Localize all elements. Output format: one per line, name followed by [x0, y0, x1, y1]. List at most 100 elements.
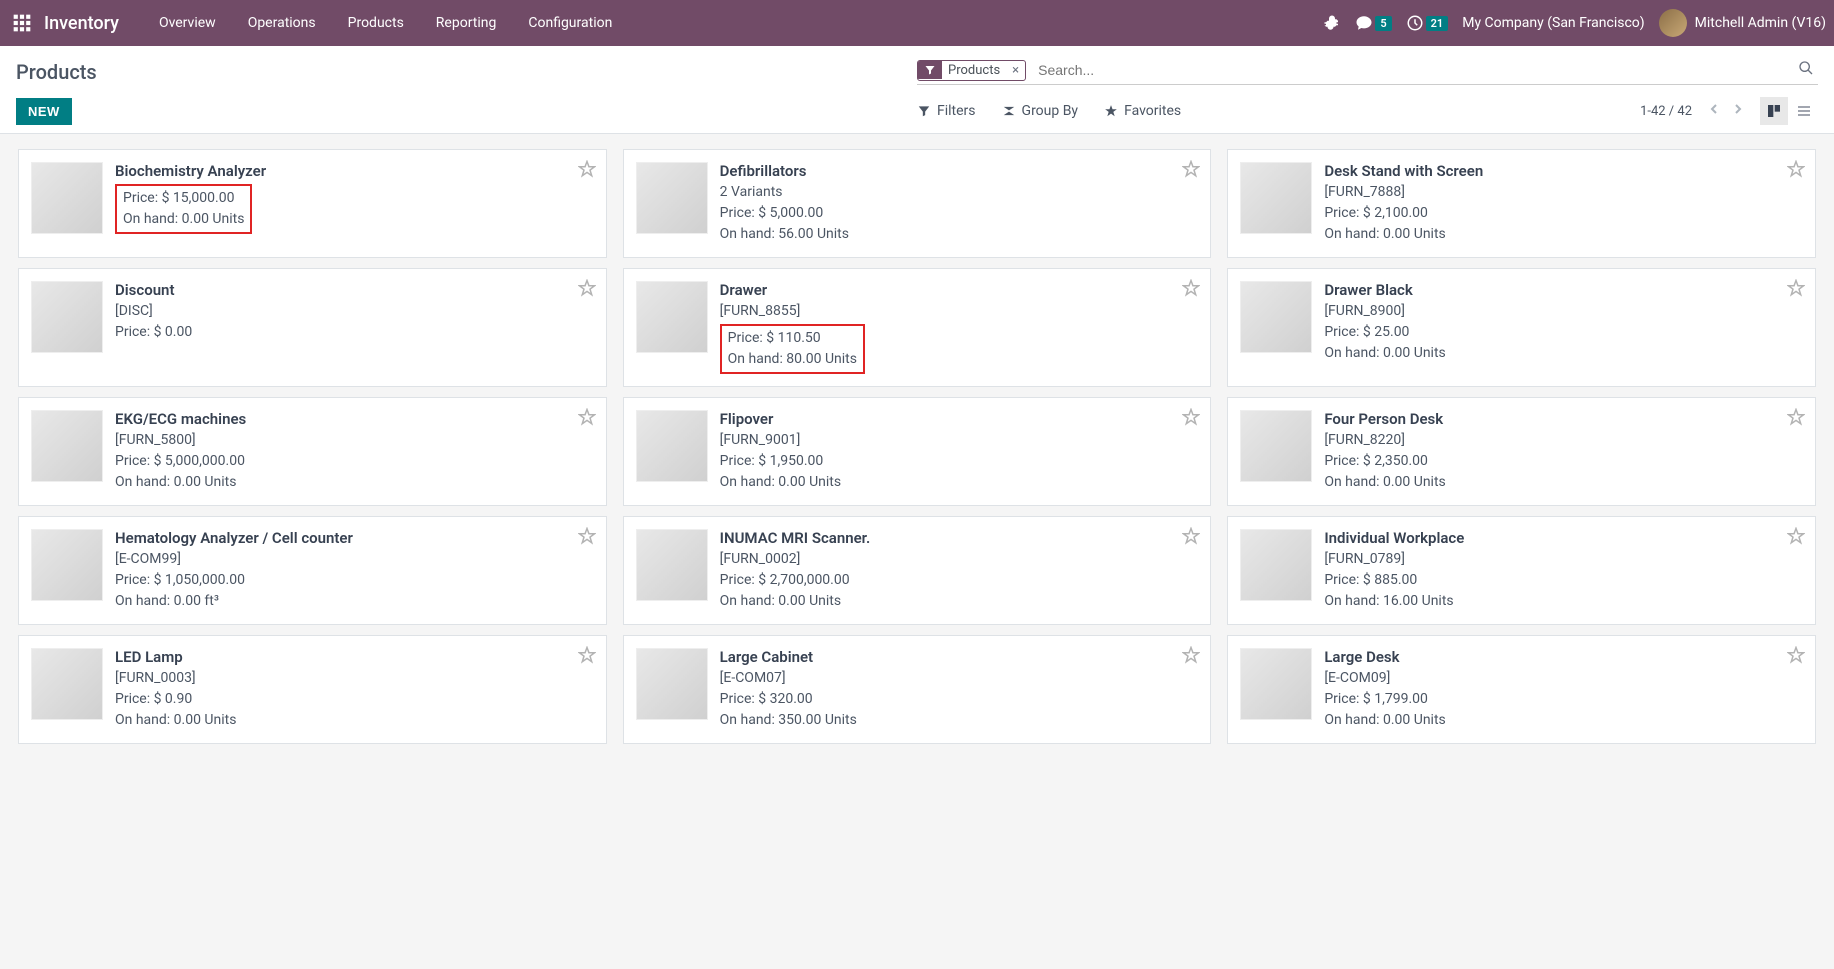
- price-onhand-group: Price: $ 2,350.00On hand: 0.00 Units: [1324, 451, 1803, 493]
- star-icon[interactable]: [1182, 160, 1200, 182]
- product-code: [E-COM99]: [115, 549, 594, 570]
- nav-overview[interactable]: Overview: [143, 0, 232, 46]
- product-image: [636, 410, 708, 482]
- product-card[interactable]: INUMAC MRI Scanner.[FURN_0002]Price: $ 2…: [623, 516, 1212, 625]
- product-image: [636, 162, 708, 234]
- product-card[interactable]: LED Lamp[FURN_0003]Price: $ 0.90On hand:…: [18, 635, 607, 744]
- star-icon[interactable]: [1787, 527, 1805, 549]
- price-onhand-group: Price: $ 1,050,000.00On hand: 0.00 ft³: [115, 570, 594, 612]
- product-name: Flipover: [720, 410, 1199, 428]
- star-icon[interactable]: [578, 646, 596, 668]
- card-body: INUMAC MRI Scanner.[FURN_0002]Price: $ 2…: [720, 529, 1199, 612]
- nav-products[interactable]: Products: [332, 0, 420, 46]
- activities-icon[interactable]: 21: [1406, 14, 1449, 32]
- pager-prev[interactable]: [1704, 99, 1724, 123]
- search-input[interactable]: [1034, 58, 1794, 82]
- product-variants: 2 Variants: [720, 182, 1199, 203]
- star-icon[interactable]: [578, 527, 596, 549]
- product-image: [31, 648, 103, 720]
- product-card[interactable]: Hematology Analyzer / Cell counter [E-COM…: [18, 516, 607, 625]
- search-icon[interactable]: [1794, 60, 1818, 80]
- product-card[interactable]: Flipover[FURN_9001]Price: $ 1,950.00On h…: [623, 397, 1212, 506]
- price-onhand-group: Price: $ 2,700,000.00On hand: 0.00 Units: [720, 570, 1199, 612]
- product-code: [FURN_8220]: [1324, 430, 1803, 451]
- apps-icon[interactable]: [12, 13, 32, 33]
- star-icon[interactable]: [1787, 646, 1805, 668]
- price-onhand-group: Price: $ 320.00On hand: 350.00 Units: [720, 689, 1199, 731]
- product-image: [31, 162, 103, 234]
- search-bar[interactable]: Products ×: [917, 58, 1818, 85]
- nav-configuration[interactable]: Configuration: [512, 0, 628, 46]
- product-onhand: On hand: 350.00 Units: [720, 710, 1199, 731]
- star-icon[interactable]: [1182, 279, 1200, 301]
- price-onhand-group: Price: $ 15,000.00On hand: 0.00 Units: [115, 184, 252, 234]
- pager-next[interactable]: [1728, 99, 1748, 123]
- star-icon[interactable]: [1182, 527, 1200, 549]
- filters-label: Filters: [937, 103, 976, 119]
- product-card[interactable]: Individual Workplace [FURN_0789]Price: $ …: [1227, 516, 1816, 625]
- product-card[interactable]: Large Cabinet[E-COM07]Price: $ 320.00On …: [623, 635, 1212, 744]
- product-image: [636, 281, 708, 353]
- favorites-button[interactable]: Favorites: [1104, 103, 1181, 119]
- star-icon[interactable]: [1182, 408, 1200, 430]
- product-code: [FURN_8900]: [1324, 301, 1803, 322]
- search-filter-pill[interactable]: Products ×: [917, 60, 1026, 81]
- star-icon[interactable]: [1787, 279, 1805, 301]
- product-name: Discount: [115, 281, 594, 299]
- user-name: Mitchell Admin (V16): [1695, 15, 1826, 31]
- product-code: [FURN_0789]: [1324, 549, 1803, 570]
- star-icon[interactable]: [578, 279, 596, 301]
- product-onhand: On hand: 0.00 Units: [1324, 224, 1803, 245]
- product-name: Individual Workplace: [1324, 529, 1803, 547]
- product-name: Biochemistry Analyzer: [115, 162, 594, 180]
- pager-text[interactable]: 1-42 / 42: [1640, 104, 1692, 119]
- nav-reporting[interactable]: Reporting: [420, 0, 513, 46]
- groupby-button[interactable]: Group By: [1002, 103, 1079, 119]
- product-code: [FURN_7888]: [1324, 182, 1803, 203]
- star-icon[interactable]: [1787, 160, 1805, 182]
- messages-icon[interactable]: 5: [1355, 14, 1391, 32]
- product-price: Price: $ 5,000.00: [720, 203, 1199, 224]
- star-icon[interactable]: [1182, 646, 1200, 668]
- product-name: Defibrillators: [720, 162, 1199, 180]
- product-card[interactable]: Desk Stand with Screen[FURN_7888]Price: …: [1227, 149, 1816, 258]
- price-onhand-group: Price: $ 1,950.00On hand: 0.00 Units: [720, 451, 1199, 493]
- card-body: LED Lamp[FURN_0003]Price: $ 0.90On hand:…: [115, 648, 594, 731]
- product-name: Hematology Analyzer / Cell counter: [115, 529, 594, 547]
- product-onhand: On hand: 0.00 Units: [1324, 472, 1803, 493]
- product-card[interactable]: Discount[DISC]Price: $ 0.00: [18, 268, 607, 387]
- product-card[interactable]: Four Person Desk[FURN_8220]Price: $ 2,35…: [1227, 397, 1816, 506]
- product-card[interactable]: Drawer[FURN_8855]Price: $ 110.50On hand:…: [623, 268, 1212, 387]
- avatar: [1659, 9, 1687, 37]
- product-card[interactable]: Large Desk[E-COM09]Price: $ 1,799.00On h…: [1227, 635, 1816, 744]
- product-code: [E-COM09]: [1324, 668, 1803, 689]
- price-onhand-group: Price: $ 2,100.00On hand: 0.00 Units: [1324, 203, 1803, 245]
- product-card[interactable]: Defibrillators 2 VariantsPrice: $ 5,000.0…: [623, 149, 1212, 258]
- star-icon[interactable]: [1787, 408, 1805, 430]
- product-onhand: On hand: 0.00 Units: [123, 209, 244, 230]
- nav-operations[interactable]: Operations: [232, 0, 332, 46]
- card-body: Large Cabinet[E-COM07]Price: $ 320.00On …: [720, 648, 1199, 731]
- product-price: Price: $ 5,000,000.00: [115, 451, 594, 472]
- product-onhand: On hand: 0.00 Units: [720, 591, 1199, 612]
- product-price: Price: $ 25.00: [1324, 322, 1803, 343]
- price-onhand-group: Price: $ 5,000,000.00On hand: 0.00 Units: [115, 451, 594, 493]
- user-menu[interactable]: Mitchell Admin (V16): [1659, 9, 1826, 37]
- app-title[interactable]: Inventory: [44, 13, 119, 34]
- star-icon[interactable]: [578, 160, 596, 182]
- company-selector[interactable]: My Company (San Francisco): [1462, 15, 1644, 31]
- product-card[interactable]: Drawer Black[FURN_8900]Price: $ 25.00On …: [1227, 268, 1816, 387]
- main-navbar: Inventory Overview Operations Products R…: [0, 0, 1834, 46]
- filters-button[interactable]: Filters: [917, 103, 976, 119]
- debug-icon[interactable]: [1323, 14, 1341, 32]
- product-price: Price: $ 1,050,000.00: [115, 570, 594, 591]
- kanban-view-button[interactable]: [1760, 97, 1788, 125]
- star-icon[interactable]: [578, 408, 596, 430]
- price-onhand-group: Price: $ 885.00On hand: 16.00 Units: [1324, 570, 1803, 612]
- product-card[interactable]: EKG/ECG machines[FURN_5800]Price: $ 5,00…: [18, 397, 607, 506]
- list-view-button[interactable]: [1790, 97, 1818, 125]
- new-button[interactable]: NEW: [16, 98, 72, 125]
- product-onhand: On hand: 80.00 Units: [728, 349, 857, 370]
- product-card[interactable]: Biochemistry Analyzer Price: $ 15,000.00O…: [18, 149, 607, 258]
- pill-close[interactable]: ×: [1006, 61, 1025, 80]
